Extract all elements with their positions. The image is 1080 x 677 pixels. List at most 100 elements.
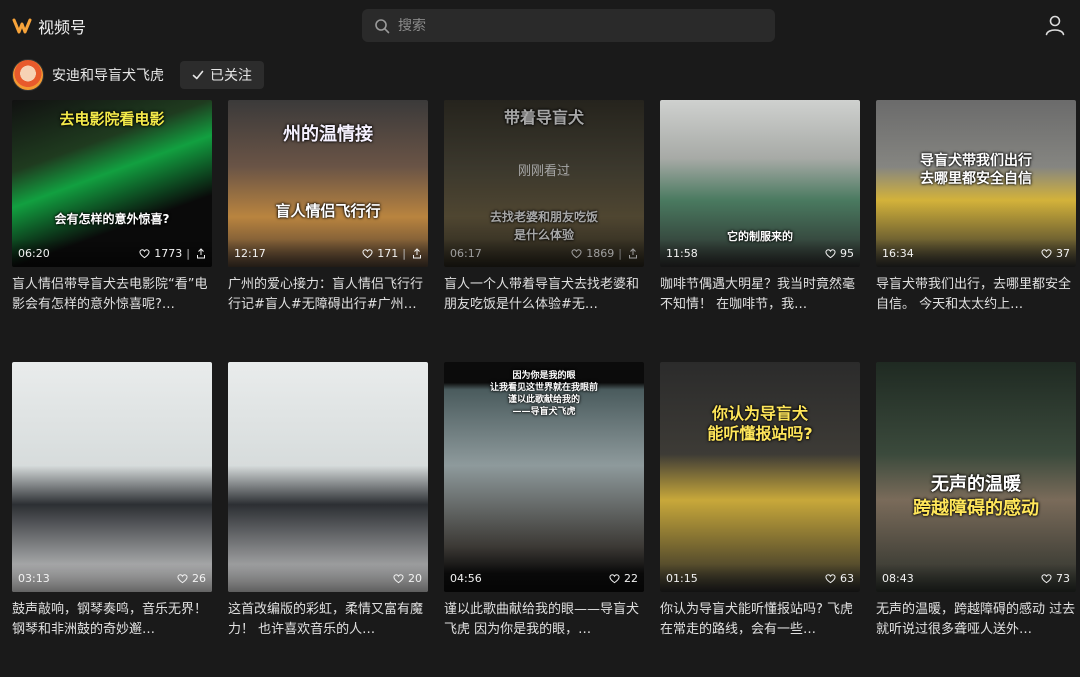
thumbnail-overlay-text: ——导盲犬飞虎 — [512, 407, 576, 417]
like-count: 22 — [624, 571, 638, 585]
video-thumbnail[interactable]: 州的温情接盲人情侣飞行行 12:17 171 | — [228, 100, 428, 267]
video-card[interactable]: 它的制服来的 11:58 95 咖啡节偶遇大明星？我当时竟然毫不知情！ 在咖啡节，我… — [660, 100, 860, 315]
thumbnail-overlay-text: 去找老婆和朋友吃饭 — [489, 210, 598, 224]
video-caption[interactable]: 你认为导盲犬能听懂报站吗? 飞虎在常走的路线，会有一些… — [660, 600, 860, 640]
thumbnail-overlay-text: 会有怎样的意外惊喜? — [54, 212, 170, 226]
like-count-group: 20 — [393, 572, 422, 585]
follow-button[interactable]: 已关注 — [180, 61, 264, 89]
video-caption[interactable]: 谨以此歌曲献给我的眼——导盲犬飞虎 因为你是我的眼，… — [444, 600, 644, 640]
meta-divider: | — [186, 246, 190, 260]
video-caption[interactable]: 鼓声敲响，钢琴奏鸣，音乐无界！ 钢琴和非洲鼓的奇妙邂… — [12, 600, 212, 640]
video-thumbnail[interactable]: 带着导盲犬去找老婆和朋友吃饭 是什么体验 刚刚看过 06:17 1869 | — [444, 100, 644, 267]
check-icon — [192, 70, 204, 80]
user-profile-icon[interactable] — [1044, 14, 1066, 36]
video-duration: 11:58 — [666, 246, 698, 260]
video-caption[interactable]: 广州的爱心接力：盲人情侣飞行行行记#盲人#无障碍出行#广州… — [228, 275, 428, 315]
video-thumbnail[interactable]: 你认为导盲犬 能听懂报站吗? 01:15 63 — [660, 362, 860, 592]
heart-icon — [609, 573, 620, 583]
video-card[interactable]: 无声的温暖跨越障碍的感动 08:43 73 无声的温暖，跨越障碍的感动 过去就听说过很… — [876, 362, 1076, 640]
like-count-group: 1773 | — [139, 247, 206, 260]
thumbnail-overlay-text: 是什么体验 — [513, 228, 574, 242]
video-card[interactable]: 去电影院看电影会有怎样的意外惊喜? 06:20 1773 | 盲人情侣带导盲犬去电影院“… — [12, 100, 212, 315]
video-thumbnail[interactable]: 去电影院看电影会有怎样的意外惊喜? 06:20 1773 | — [12, 100, 212, 267]
heart-icon — [571, 248, 582, 258]
video-duration: 12:17 — [234, 246, 266, 260]
thumbnail-meta: 04:56 22 — [444, 564, 644, 592]
like-count-group: 1869 | — [571, 247, 638, 260]
meta-divider: | — [402, 246, 406, 260]
thumbnail-overlay-text: 导盲犬带我们出行 — [920, 153, 1032, 169]
thumbnail-meta: 16:34 37 — [876, 239, 1076, 267]
video-card[interactable]: 鼓声敲响，钢琴奏鸣03:1326 鼓声敲响，钢琴奏鸣，音乐无界！ 钢琴和非洲鼓的奇… — [12, 362, 212, 640]
like-count: 95 — [840, 246, 854, 260]
video-caption[interactable]: 咖啡节偶遇大明星？我当时竟然毫不知情！ 在咖啡节，我… — [660, 275, 860, 315]
video-thumbnail[interactable]: 导盲犬带我们出行 去哪里都安全自信 16:34 37 — [876, 100, 1076, 267]
video-thumbnail[interactable]: 因为你是我的眼 让我看见这世界就在我眼前 谨以此歌献给我的 ——导盲犬飞虎 04:56 2… — [444, 362, 644, 592]
video-card[interactable]: 你认为导盲犬 能听懂报站吗? 01:15 63 你认为导盲犬能听懂报站吗? 飞虎在常走的… — [660, 362, 860, 640]
thumbnail-meta: 03:13 26 — [12, 564, 212, 592]
top-bar: 视频号 — [0, 0, 1080, 52]
thumbnail-image — [660, 362, 860, 592]
thumbnail-overlay-text: 盲人情侣飞行行 — [275, 202, 381, 220]
video-card[interactable]: 带着导盲犬去找老婆和朋友吃饭 是什么体验 刚刚看过 06:17 1869 | 盲人一个人带着… — [444, 100, 644, 315]
channels-logo-icon — [12, 18, 32, 34]
thumbnail-meta: 06:17 1869 | — [444, 239, 644, 267]
search-input[interactable] — [398, 17, 758, 34]
video-thumbnail[interactable]: 无声的温暖跨越障碍的感动 08:43 73 — [876, 362, 1076, 592]
thumbnail-image — [228, 362, 428, 592]
share-icon[interactable] — [412, 247, 422, 259]
thumbnail-overlay-text: 去电影院看电影 — [59, 110, 165, 128]
heart-icon — [362, 248, 373, 258]
video-card[interactable]: 导盲犬带我们出行 去哪里都安全自信 16:34 37 导盲犬带我们出行，去哪里都安全自信… — [876, 100, 1076, 315]
thumbnail-image — [12, 362, 212, 592]
video-caption[interactable]: 无声的温暖，跨越障碍的感动 过去就听说过很多聋哑人送外… — [876, 600, 1076, 640]
thumbnail-meta: 01:15 63 — [660, 564, 860, 592]
heart-icon — [825, 248, 836, 258]
video-duration: 06:17 — [450, 246, 482, 260]
video-caption[interactable]: 盲人情侣带导盲犬去电影院“看”电影会有怎样的意外惊喜呢?… — [12, 275, 212, 315]
search-icon — [375, 18, 390, 33]
like-count: 1869 — [586, 246, 615, 260]
video-thumbnail[interactable]: 它的制服来的 11:58 95 — [660, 100, 860, 267]
share-icon[interactable] — [628, 247, 638, 259]
brand[interactable]: 视频号 — [12, 14, 86, 38]
heart-icon — [1041, 573, 1052, 583]
like-count-group: 37 — [1041, 247, 1070, 260]
thumbnail-meta: 11:58 95 — [660, 239, 860, 267]
video-caption[interactable]: 这首改编版的彩虹，柔情又富有魔力！ 也许喜欢音乐的人… — [228, 600, 428, 640]
like-count-group: 22 — [609, 572, 638, 585]
like-count-group: 73 — [1041, 572, 1070, 585]
thumbnail-meta: 06:20 1773 | — [12, 239, 212, 267]
video-thumbnail[interactable]: 鼓声敲响，钢琴奏鸣03:1326 — [12, 362, 212, 592]
recently-watched-badge: 刚刚看过 — [517, 164, 570, 179]
video-caption[interactable]: 盲人一个人带着导盲犬去找老婆和朋友吃饭是什么体验#无… — [444, 275, 644, 315]
heart-icon — [139, 248, 150, 258]
video-card[interactable]: 州的温情接盲人情侣飞行行 12:17 171 | 广州的爱心接力：盲人情侣飞行行行记#盲… — [228, 100, 428, 315]
heart-icon — [177, 573, 188, 583]
heart-icon — [393, 573, 404, 583]
like-count: 63 — [840, 571, 854, 585]
like-count-group: 171 | — [362, 247, 422, 260]
thumbnail-overlay-text: 去哪里都安全自信 — [920, 171, 1032, 187]
thumbnail-overlay-text: 无声的温暖 — [931, 474, 1021, 495]
video-thumbnail[interactable]: 这首改编版的彩虹柔情又富有魔力20 — [228, 362, 428, 592]
thumbnail-image — [444, 100, 644, 267]
share-icon[interactable] — [196, 247, 206, 259]
thumbnail-overlay-text: 州的温情接 — [283, 124, 373, 145]
video-caption[interactable]: 导盲犬带我们出行，去哪里都安全自信。 今天和太太约上… — [876, 275, 1076, 315]
video-duration: 08:43 — [882, 571, 914, 585]
like-count: 20 — [408, 571, 422, 585]
search-bar[interactable] — [362, 9, 775, 42]
video-duration: 16:34 — [882, 246, 914, 260]
thumbnail-overlay-text: 跨越障碍的感动 — [913, 498, 1039, 519]
heart-icon — [1041, 248, 1052, 258]
video-card[interactable]: 因为你是我的眼 让我看见这世界就在我眼前 谨以此歌献给我的 ——导盲犬飞虎 04:56 2… — [444, 362, 644, 640]
avatar[interactable] — [12, 59, 44, 91]
thumbnail-overlay-text: 带着导盲犬 — [503, 108, 584, 127]
like-count-group: 26 — [177, 572, 206, 585]
author-name[interactable]: 安迪和导盲犬飞虎 — [52, 65, 164, 85]
video-card[interactable]: 这首改编版的彩虹柔情又富有魔力20 这首改编版的彩虹，柔情又富有魔力！ 也许喜欢音… — [228, 362, 428, 640]
like-count: 1773 — [154, 246, 183, 260]
video-duration: 04:56 — [450, 571, 482, 585]
thumbnail-meta: 08:43 73 — [876, 564, 1076, 592]
